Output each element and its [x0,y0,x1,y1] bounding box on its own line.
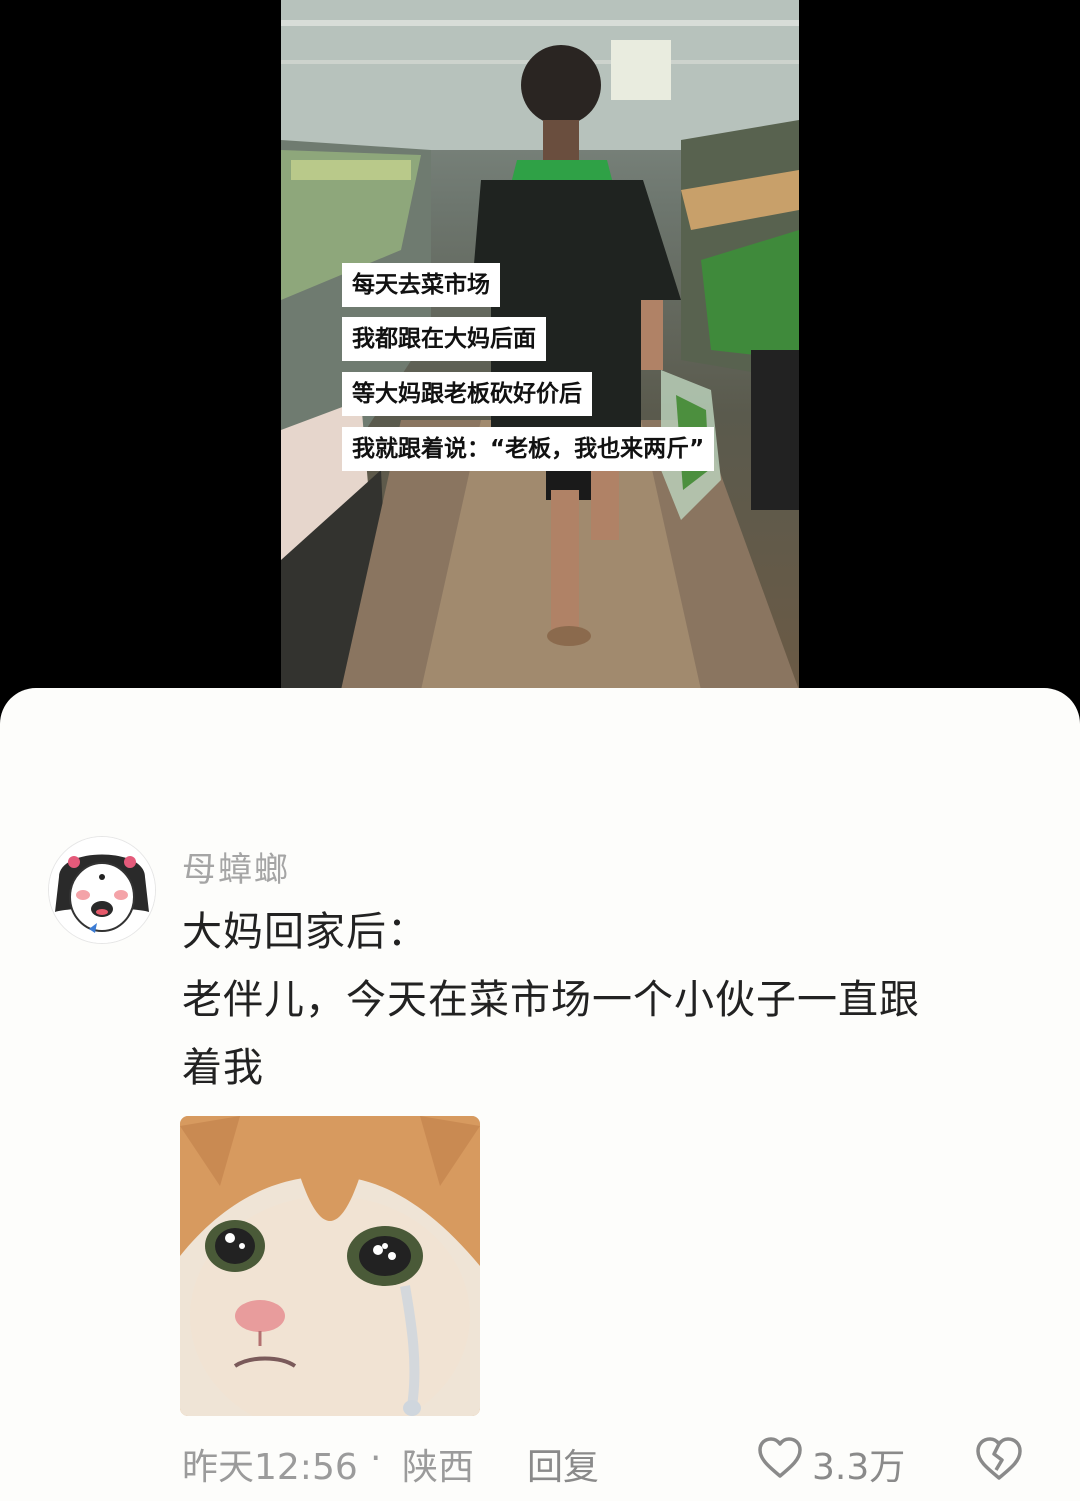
comment-line-2: 老伴儿，今天在菜市场一个小伙子一直跟 [182,977,920,1023]
avatar[interactable] [48,836,156,944]
separator-dot: · [370,1438,382,1479]
comment-line-3: 着我 [182,1045,264,1091]
comment-sheet: 母蟑螂 大妈回家后： 老伴儿，今天在菜市场一个小伙子一直跟 着我 昨天12:56… [0,688,1080,1501]
video-caption-4: 我就跟着说：“老板，我也来两斤” [342,427,715,471]
comment-username[interactable]: 母蟑螂 [182,842,290,891]
comment-region: 陕西 [402,1447,475,1488]
video-area: 每天去菜市场 我都跟在大妈后面 等大妈跟老板砍好价后 我就跟着说：“老板，我也来… [0,0,1080,720]
video-thumbnail[interactable]: 每天去菜市场 我都跟在大妈后面 等大妈跟老板砍好价后 我就跟着说：“老板，我也来… [281,0,799,690]
comment-footer: 昨天12:56 · 陕西 回复 3.3万 [0,1437,1080,1490]
comment-body: 大妈回家后： 老伴儿，今天在菜市场一个小伙子一直跟 着我 [182,898,1012,1102]
reply-button[interactable]: 回复 [527,1438,599,1490]
broken-heart-icon[interactable] [974,1434,1024,1484]
crying-cat-sticker[interactable] [180,1116,480,1416]
comment-line-1: 大妈回家后： [182,909,428,955]
heart-icon[interactable] [756,1434,804,1482]
video-caption-3: 等大妈跟老板砍好价后 [342,372,592,416]
video-caption-1: 每天去菜市场 [342,263,500,307]
like-count: 3.3万 [812,1447,906,1488]
comment-time: 昨天12:56 [182,1447,358,1488]
avatar-cartoon-icon [49,837,155,943]
video-caption-2: 我都跟在大妈后面 [342,317,546,361]
